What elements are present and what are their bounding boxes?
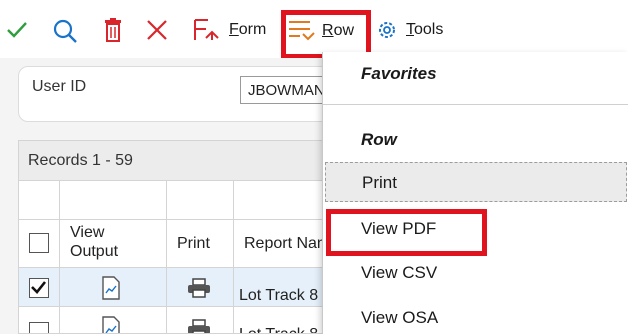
menu-item-view-osa[interactable]: View OSA [323,298,628,334]
menu-header-row: Row [361,130,397,149]
row-dropdown-menu: Favorites Row Print View PDF View CSV Vi… [322,52,628,334]
grid-divider [59,181,60,333]
report-name-cell: Lot Track 8 [239,287,319,304]
user-id-label: User ID [32,78,87,95]
form-exit-icon [192,18,220,42]
grid-divider [19,306,337,307]
checkmark-icon [31,281,47,294]
records-count: Records 1 - 59 [28,152,133,169]
delete-trash-icon[interactable] [104,18,122,42]
report-name-cell: Lot Track 8 [239,326,318,333]
tools-menu-label: Tools [406,21,444,38]
close-x-icon[interactable] [146,19,168,41]
ok-check-icon[interactable] [6,21,28,39]
row-checkbox-checked[interactable] [29,278,49,298]
menu-separator [323,104,628,105]
gear-icon [376,19,398,41]
grid-divider [19,219,337,220]
view-output-icon[interactable] [101,276,121,305]
select-all-checkbox[interactable] [29,233,49,253]
menu-header-favorites: Favorites [361,64,437,83]
column-header-print[interactable]: Print [177,234,210,253]
grid-divider [166,181,167,333]
tools-menu-button[interactable]: Tools [376,19,443,41]
view-pdf-highlight [326,209,487,256]
menu-item-print[interactable]: Print [325,162,627,202]
records-grid: Records 1 - 59 View Output Print Report … [18,140,338,334]
printer-icon[interactable] [187,319,211,333]
menu-item-view-csv[interactable]: View CSV [323,253,628,293]
form-menu-label: Form [229,21,267,38]
column-header-view-output[interactable]: View Output [70,223,140,261]
search-icon[interactable] [52,18,78,44]
records-bar: Records 1 - 59 [19,141,337,181]
printer-icon[interactable] [187,278,211,303]
row-checkbox[interactable] [29,322,49,333]
grid-divider [233,181,234,333]
form-menu-button[interactable]: Form [192,18,266,42]
view-output-icon[interactable] [101,316,121,333]
